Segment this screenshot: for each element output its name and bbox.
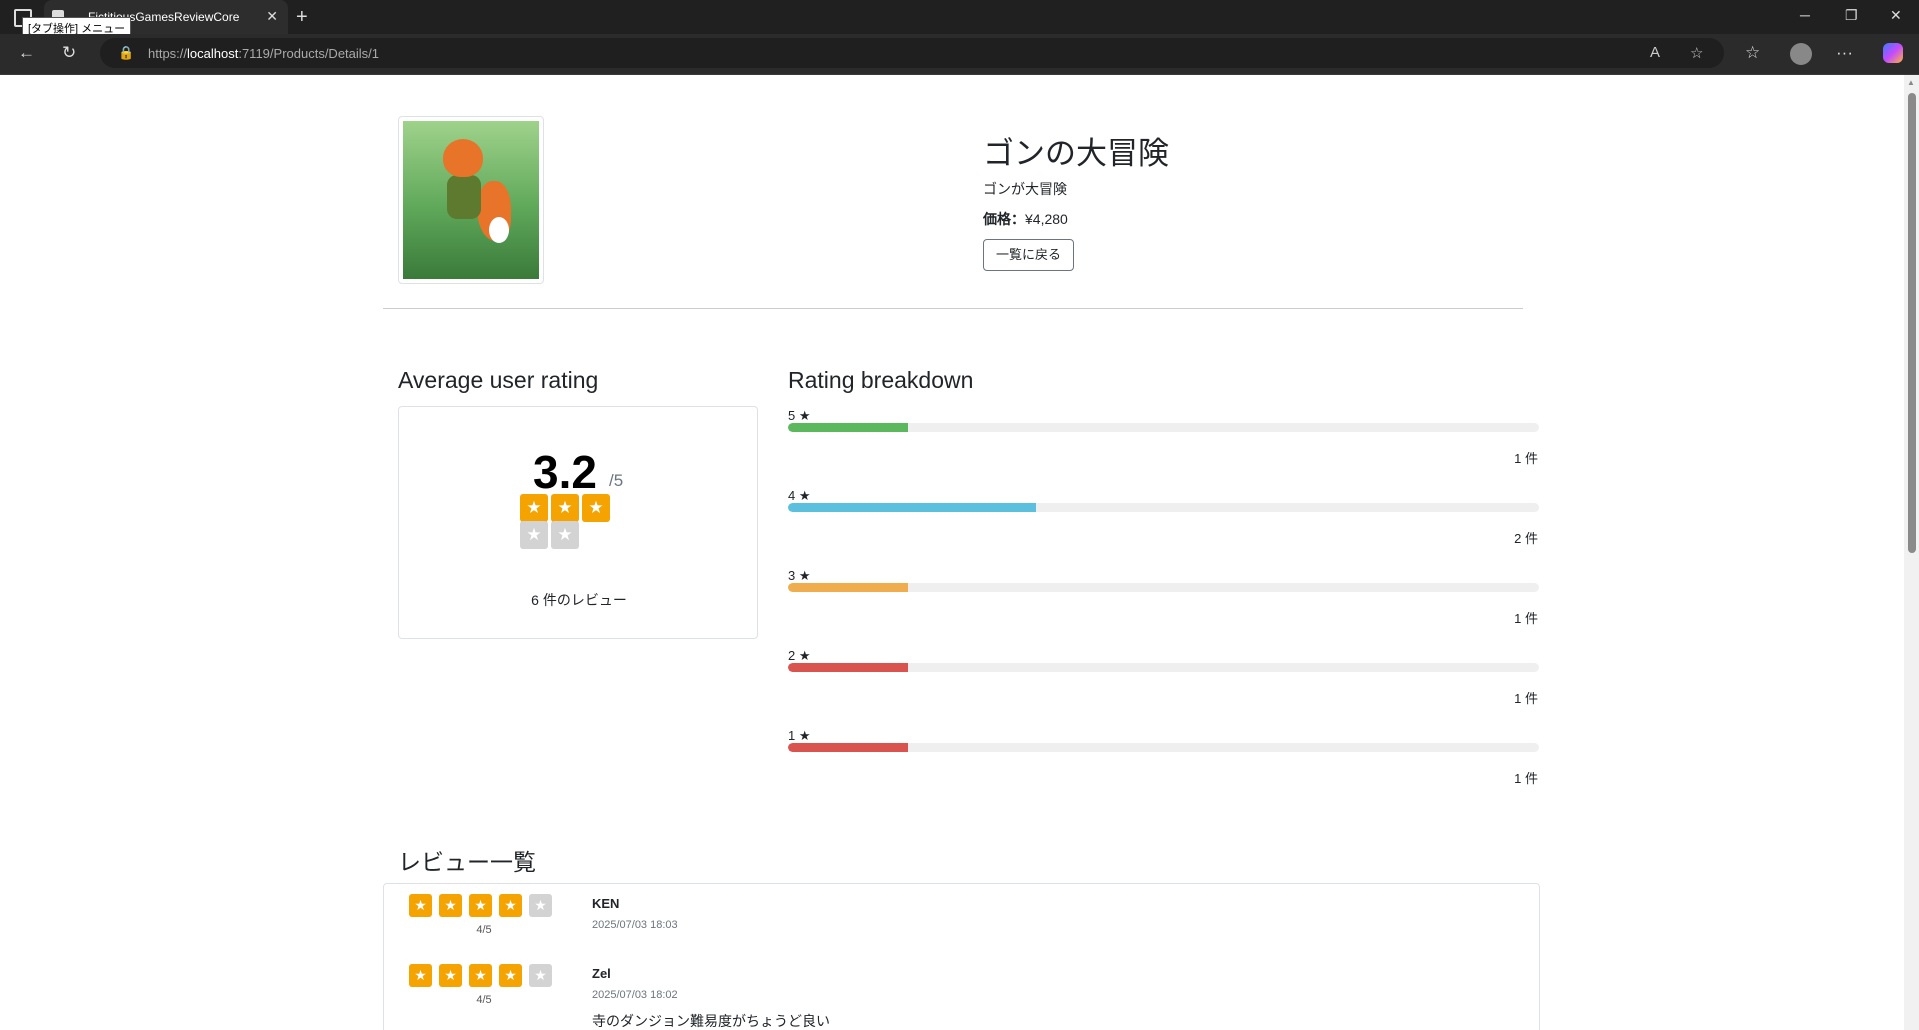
average-rating-value: 3.2 xyxy=(533,446,597,498)
reviewer-name: Zel xyxy=(592,966,611,981)
review-count: 6 件のレビュー xyxy=(531,592,627,608)
rating-progress-fill xyxy=(788,743,908,752)
star-filled-icon: ★ xyxy=(499,964,522,987)
scrollbar-thumb[interactable] xyxy=(1908,93,1916,553)
rating-row-label: 3 ★ xyxy=(788,568,811,583)
review-comment: 寺のダンジョン難易度がちょうど良い xyxy=(592,1013,830,1029)
review-list-heading: レビュー一覧 xyxy=(398,849,536,875)
review-score: 4/5 xyxy=(476,994,492,1006)
back-to-list-button[interactable]: 一覧に戻る xyxy=(983,239,1075,271)
average-rating-card: 3.2 /5 ★ ★ ★ ★ ★ 6 件のレビュー xyxy=(398,406,758,639)
restore-icon[interactable]: ❐ xyxy=(1845,7,1858,24)
back-icon[interactable]: ← xyxy=(18,43,35,63)
rating-progress-fill xyxy=(788,423,908,432)
star-filled-icon: ★ xyxy=(582,494,610,522)
rating-row-label: 4 ★ xyxy=(788,488,811,503)
minimize-icon[interactable]: ─ xyxy=(1800,7,1810,23)
star-filled-icon: ★ xyxy=(409,894,432,917)
review-score: 4/5 xyxy=(476,924,492,936)
rating-row-count: 1 件 xyxy=(1514,611,1538,626)
rating-row-count: 1 件 xyxy=(1514,451,1538,466)
rating-progress-bar xyxy=(788,503,1539,512)
review-item: ★ ★ ★ ★ ★ 4/5 KEN 2025/07/03 18:03 xyxy=(384,884,1541,954)
rating-progress-bar xyxy=(788,663,1539,672)
rating-row-label: 2 ★ xyxy=(788,648,811,663)
rating-row-count: 1 件 xyxy=(1514,691,1538,706)
rating-progress-bar xyxy=(788,423,1539,432)
favorites-icon[interactable]: ☆ xyxy=(1745,43,1760,63)
star-empty-icon: ★ xyxy=(520,521,548,549)
star-empty-icon: ★ xyxy=(529,964,552,987)
address-bar[interactable]: 🔒 https://localhost:7119/Products/Detail… xyxy=(100,38,1724,68)
review-date: 2025/07/03 18:03 xyxy=(592,919,678,931)
scroll-up-icon[interactable]: ▲ xyxy=(1907,78,1915,87)
more-menu-icon[interactable]: ··· xyxy=(1836,43,1853,63)
rating-progress-bar xyxy=(788,583,1539,592)
product-title: ゴンの大冒険 xyxy=(983,136,1169,171)
average-rating-heading: Average user rating xyxy=(398,367,599,393)
fox-illustration xyxy=(403,121,539,279)
star-filled-icon: ★ xyxy=(439,964,462,987)
product-description: ゴンが大冒険 xyxy=(983,181,1067,197)
close-tab-icon[interactable]: ✕ xyxy=(266,8,278,25)
lock-icon[interactable]: 🔒 xyxy=(118,45,134,61)
review-list: ★ ★ ★ ★ ★ 4/5 KEN 2025/07/03 18:03 ★ ★ ★ ★ ★ 4/5 Zel 20… xyxy=(383,883,1540,1030)
average-rating-max: /5 xyxy=(609,471,624,490)
star-filled-icon: ★ xyxy=(409,964,432,987)
star-filled-icon: ★ xyxy=(439,894,462,917)
star-filled-icon: ★ xyxy=(499,894,522,917)
rating-breakdown-heading: Rating breakdown xyxy=(788,367,974,393)
star-filled-icon: ★ xyxy=(520,494,548,522)
read-aloud-icon[interactable]: A xyxy=(1650,44,1660,61)
url-text[interactable]: https://localhost:7119/Products/Details/… xyxy=(148,46,379,61)
rating-progress-fill xyxy=(788,503,1036,512)
profile-avatar[interactable] xyxy=(1790,43,1812,65)
price-label: 価格： xyxy=(983,211,1025,227)
review-item: ★ ★ ★ ★ ★ 4/5 Zel 2025/07/03 18:02 寺のダンジョン難易度がちょ… xyxy=(384,954,1541,1029)
favorite-star-icon[interactable]: ☆ xyxy=(1690,44,1703,62)
copilot-icon[interactable] xyxy=(1883,43,1903,63)
page-content: ゴンの大冒険 ゴンが大冒険 価格：¥4,280 一覧に戻る Average us… xyxy=(0,75,1904,1030)
rating-progress-bar xyxy=(788,743,1539,752)
rating-row-count: 1 件 xyxy=(1514,771,1538,786)
review-date: 2025/07/03 18:02 xyxy=(592,989,678,1001)
page-scrollbar[interactable]: ▲ xyxy=(1904,75,1919,1030)
new-tab-icon[interactable]: + xyxy=(296,6,308,29)
product-price: 価格：¥4,280 xyxy=(983,209,1068,229)
close-window-icon[interactable]: ✕ xyxy=(1890,7,1902,24)
rating-progress-fill xyxy=(788,583,908,592)
reviewer-name: KEN xyxy=(592,896,620,911)
price-value: ¥4,280 xyxy=(1025,211,1068,227)
rating-row-label: 1 ★ xyxy=(788,728,811,743)
rating-row-label: 5 ★ xyxy=(788,408,811,423)
rating-row-count: 2 件 xyxy=(1514,531,1538,546)
product-image xyxy=(398,116,544,284)
divider xyxy=(383,308,1523,309)
refresh-icon[interactable]: ↻ xyxy=(62,43,76,63)
star-filled-icon: ★ xyxy=(469,894,492,917)
star-empty-icon: ★ xyxy=(551,521,579,549)
star-filled-icon: ★ xyxy=(469,964,492,987)
browser-toolbar: ← ↻ 🔒 https://localhost:7119/Products/De… xyxy=(0,34,1919,75)
rating-progress-fill xyxy=(788,663,908,672)
star-empty-icon: ★ xyxy=(529,894,552,917)
star-filled-icon: ★ xyxy=(551,494,579,522)
browser-tab-strip: FictitiousGamesReviewCore ✕ [タブ操作] メニュー … xyxy=(0,0,1919,39)
